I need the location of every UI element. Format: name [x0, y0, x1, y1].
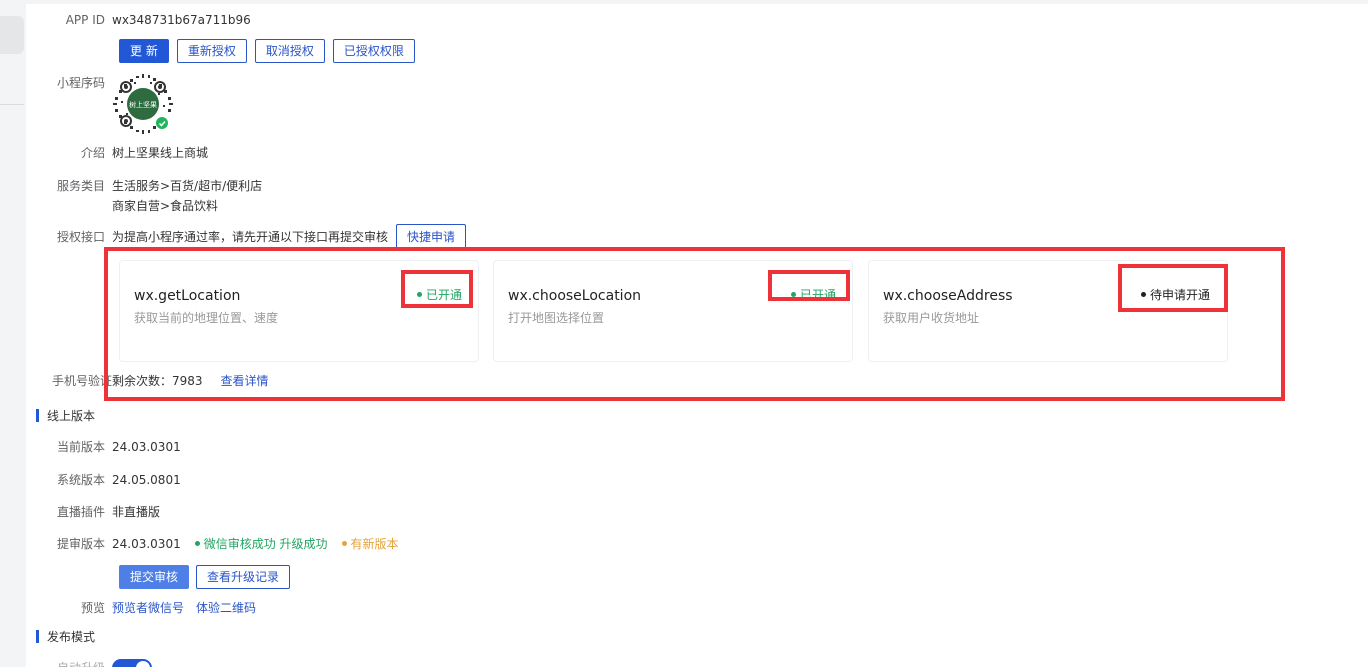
status-highlight-box-2	[768, 270, 850, 301]
live-plugin-value: 非直播版	[112, 505, 161, 519]
status-dot-icon	[341, 541, 347, 546]
qrcode-brand: 树上坚果	[129, 100, 157, 109]
qrcode-label: 小程序码	[56, 76, 105, 90]
appid-row: APP ID wx348731b67a711b96	[26, 10, 251, 30]
section-title: 发布模式	[47, 630, 96, 644]
category-row: 服务类目 生活服务>百货/超市/便利店 商家自营>食品饮料	[26, 176, 262, 216]
review-buttons: 提交审核 查看升级记录	[119, 565, 298, 589]
status-dot-icon	[194, 541, 200, 546]
preview-row: 预览 预览者微信号 体验二维码	[26, 598, 256, 618]
main-panel: APP ID wx348731b67a711b96 更 新 重新授权 取消授权 …	[26, 4, 1368, 667]
auto-upgrade-label: 自动升级	[26, 658, 112, 667]
cancel-auth-button[interactable]: 取消授权	[254, 39, 325, 63]
intro-row: 介绍 树上坚果线上商城	[26, 143, 208, 163]
sidebar-active-tab[interactable]	[0, 16, 24, 54]
online-version-section: 线上版本	[36, 407, 95, 424]
submit-review-button[interactable]: 提交审核	[119, 565, 190, 589]
authorized-perms-button[interactable]: 已授权权限	[332, 39, 415, 63]
publish-mode-section: 发布模式	[36, 628, 95, 645]
api-highlight-box	[104, 247, 1285, 401]
appid-value: wx348731b67a711b96	[112, 13, 251, 27]
system-version-row: 系统版本 24.05.0801	[26, 470, 181, 490]
new-version-badge: 有新版本	[341, 534, 399, 554]
category-label: 服务类目	[56, 179, 105, 193]
update-button[interactable]: 更 新	[119, 39, 169, 63]
auto-upgrade-row: 自动升级	[26, 658, 152, 667]
review-status-badge: 微信审核成功 升级成功	[194, 534, 328, 554]
intro-value: 树上坚果线上商城	[112, 146, 209, 160]
sidebar-divider	[0, 104, 24, 105]
live-plugin-row: 直播插件 非直播版	[26, 502, 160, 522]
current-version-row: 当前版本 24.03.0301	[26, 437, 181, 457]
phone-label: 手机号验证	[51, 374, 112, 388]
qrcode-row: 小程序码 树上坚果	[26, 73, 174, 135]
miniprogram-qrcode[interactable]: 树上坚果	[112, 73, 174, 135]
current-version-value: 24.03.0301	[112, 440, 181, 454]
api-label: 授权接口	[56, 230, 105, 244]
category-line-1: 生活服务>百货/超市/便利店	[112, 179, 263, 193]
preview-qrcode-link[interactable]: 体验二维码	[196, 598, 256, 618]
section-title: 线上版本	[47, 409, 96, 423]
appid-label: APP ID	[65, 13, 105, 27]
intro-label: 介绍	[80, 146, 105, 160]
status-highlight-box-3	[1118, 264, 1228, 312]
submit-version-row: 提审版本 24.03.0301 微信审核成功 升级成功 有新版本	[26, 534, 399, 554]
preview-wechat-link[interactable]: 预览者微信号	[112, 598, 184, 618]
category-line-2: 商家自营>食品饮料	[112, 199, 219, 213]
view-upgrade-log-button[interactable]: 查看升级记录	[196, 565, 291, 589]
system-version-value: 24.05.0801	[112, 473, 181, 487]
auth-buttons: 更 新 重新授权 取消授权 已授权权限	[119, 39, 423, 63]
reauth-button[interactable]: 重新授权	[176, 39, 247, 63]
auto-upgrade-toggle[interactable]	[112, 659, 152, 667]
left-sidebar-strip	[0, 0, 26, 667]
submit-version-value: 24.03.0301	[112, 537, 181, 551]
status-highlight-box-1	[401, 270, 473, 308]
